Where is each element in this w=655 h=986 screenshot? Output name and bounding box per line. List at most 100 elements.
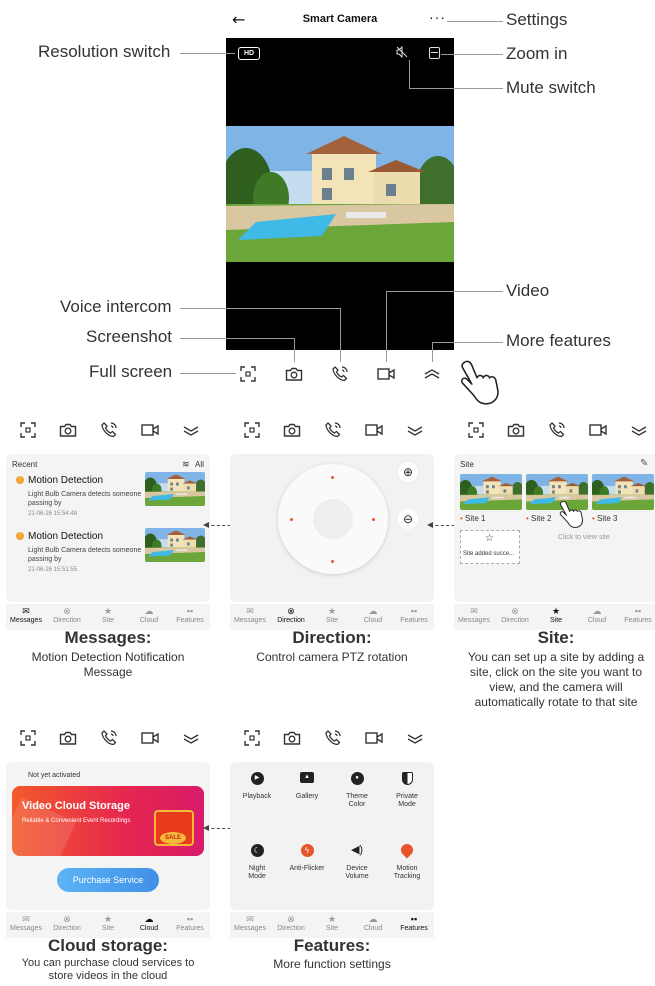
site-panel: Site ✎ • Site 1 • Site 2 • Site 3 ☆ Site… (454, 414, 655, 630)
zoom-in-icon[interactable] (429, 47, 440, 59)
live-video-view[interactable]: HD (226, 38, 454, 350)
nav-messages[interactable]: ✉ Messages (6, 606, 46, 624)
message-item[interactable]: ! Motion Detection Light Bulb Camera det… (6, 472, 210, 524)
feature-private-mode[interactable]: Private Mode (382, 772, 432, 828)
up-dot[interactable] (331, 476, 334, 479)
direction-icon: ⊗ (287, 606, 295, 616)
mute-icon[interactable] (396, 46, 408, 58)
collapse-icon[interactable] (181, 420, 201, 440)
add-site-button[interactable]: ☆ Site added succe... (460, 530, 520, 564)
nav-features[interactable]: ▪▪ Features (170, 914, 210, 932)
voice-intercom-icon[interactable] (99, 728, 119, 748)
site-added-text: Site added succe... (463, 551, 515, 557)
feature-night-mode[interactable]: ☾ Night Mode (232, 844, 282, 900)
voice-intercom-icon[interactable] (323, 420, 343, 440)
collapse-icon[interactable] (181, 728, 201, 748)
ptz-joystick[interactable] (278, 464, 388, 574)
nav-site[interactable]: ★ Site (536, 606, 576, 624)
feature-gallery[interactable]: ▲ Gallery (282, 772, 332, 828)
nav-messages[interactable]: ✉ Messages (230, 914, 270, 932)
voice-intercom-icon[interactable] (330, 364, 350, 384)
voice-intercom-icon[interactable] (547, 420, 567, 440)
feature-label: Theme Color (346, 793, 368, 808)
feature-playback[interactable]: ▶ Playback (232, 772, 282, 828)
video-record-icon[interactable] (364, 420, 384, 440)
nav-messages[interactable]: ✉ Messages (230, 606, 270, 624)
down-dot[interactable] (331, 560, 334, 563)
video-record-icon[interactable] (364, 728, 384, 748)
purchase-service-button[interactable]: Purchase Service (57, 868, 159, 892)
nav-cloud[interactable]: ☁ Cloud (353, 606, 393, 624)
right-dot[interactable] (372, 518, 375, 521)
video-record-icon[interactable] (140, 728, 160, 748)
fullscreen-icon[interactable] (242, 728, 262, 748)
fullscreen-icon[interactable] (18, 420, 38, 440)
nav-features[interactable]: ▪▪ Features (170, 606, 210, 624)
banner-subtitle: Reliable & Convenient Event Recordings (22, 818, 131, 824)
nav-direction[interactable]: ⊗ Direction (495, 606, 535, 624)
mail-icon: ✉ (22, 606, 30, 616)
video-record-icon[interactable] (588, 420, 608, 440)
nav-direction[interactable]: ⊗ Direction (271, 606, 311, 624)
all-filter-button[interactable]: All (195, 460, 204, 469)
nav-cloud[interactable]: ☁ Cloud (129, 914, 169, 932)
nav-site[interactable]: ★ Site (88, 606, 128, 624)
video-record-icon[interactable] (376, 364, 396, 384)
nav-cloud[interactable]: ☁ Cloud (577, 606, 617, 624)
collapse-icon[interactable] (629, 420, 649, 440)
feature-label: Private Mode (396, 793, 418, 808)
site-thumbnail[interactable] (592, 474, 654, 510)
layers-icon[interactable]: ≋ (182, 459, 190, 470)
site-thumbnail[interactable] (460, 474, 522, 510)
screenshot-icon[interactable] (58, 728, 78, 748)
fullscreen-icon[interactable] (242, 420, 262, 440)
nav-features[interactable]: ▪▪ Features (394, 914, 434, 932)
callout-line (294, 338, 295, 362)
message-item[interactable]: ! Motion Detection Light Bulb Camera det… (6, 528, 210, 580)
nav-features[interactable]: ▪▪ Features (618, 606, 655, 624)
feature-device-volume[interactable]: ◀) Device Volume (332, 844, 382, 900)
cloud-banner[interactable]: Video Cloud Storage Reliable & Convenien… (12, 786, 204, 856)
nav-site[interactable]: ★ Site (312, 606, 352, 624)
fullscreen-icon[interactable] (466, 420, 486, 440)
nav-messages[interactable]: ✉ Messages (6, 914, 46, 932)
control-bar (230, 728, 434, 748)
nav-cloud[interactable]: ☁ Cloud (129, 606, 169, 624)
zoom-plus-icon[interactable]: ⊕ (398, 462, 418, 482)
video-record-icon[interactable] (140, 420, 160, 440)
more-features-icon[interactable] (422, 364, 442, 384)
feature-anti-flicker[interactable]: ϟ Anti-Flicker (282, 844, 332, 900)
cloud-icon: ☁ (368, 606, 378, 616)
fullscreen-icon[interactable] (238, 364, 258, 384)
callout-video: Video (506, 281, 550, 300)
nav-site[interactable]: ★ Site (88, 914, 128, 932)
nav-cloud[interactable]: ☁ Cloud (353, 914, 393, 932)
voice-intercom-icon[interactable] (323, 728, 343, 748)
zoom-minus-icon[interactable]: ⊖ (398, 509, 418, 529)
joystick-center[interactable] (313, 499, 353, 539)
screenshot-icon[interactable] (282, 420, 302, 440)
nav-features[interactable]: ▪▪ Features (394, 606, 434, 624)
feature-motion-tracking[interactable]: Motion Tracking (382, 841, 432, 900)
left-dot[interactable] (290, 518, 293, 521)
fullscreen-icon[interactable] (18, 728, 38, 748)
nav-direction[interactable]: ⊗ Direction (47, 914, 87, 932)
nav-direction[interactable]: ⊗ Direction (47, 606, 87, 624)
edit-icon[interactable]: ✎ (640, 458, 648, 469)
grid-icon: ▪▪ (634, 606, 642, 616)
collapse-icon[interactable] (405, 420, 425, 440)
control-bar (230, 420, 434, 440)
more-dots-icon[interactable]: ··· (429, 9, 446, 25)
nav-site[interactable]: ★ Site (312, 914, 352, 932)
nav-direction[interactable]: ⊗ Direction (271, 914, 311, 932)
screenshot-icon[interactable] (284, 364, 304, 384)
screenshot-icon[interactable] (506, 420, 526, 440)
resolution-switch-button[interactable]: HD (238, 47, 260, 60)
collapse-icon[interactable] (405, 728, 425, 748)
feature-theme-color[interactable]: ● Theme Color (332, 772, 382, 828)
screenshot-icon[interactable] (282, 728, 302, 748)
callout-line (386, 291, 387, 362)
nav-messages[interactable]: ✉ Messages (454, 606, 494, 624)
voice-intercom-icon[interactable] (99, 420, 119, 440)
screenshot-icon[interactable] (58, 420, 78, 440)
